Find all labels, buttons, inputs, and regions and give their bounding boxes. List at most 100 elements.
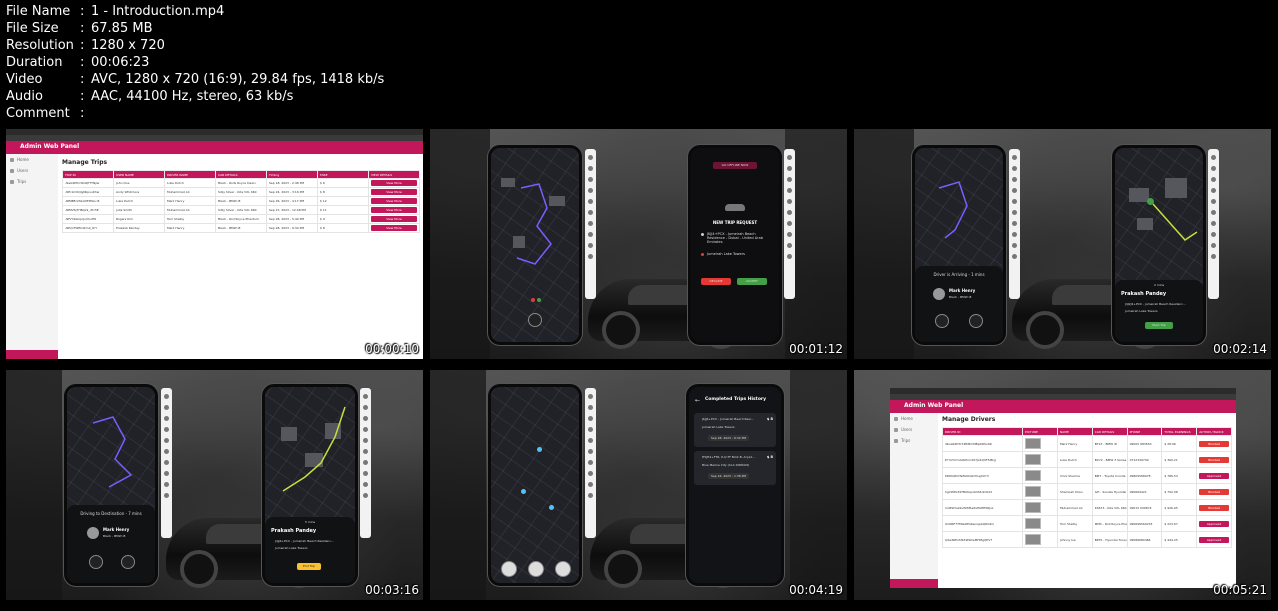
meta-key: Comment [6,106,70,121]
sidebar-item-label: Trips [901,438,911,443]
sidebar-item-trips[interactable]: Trips [890,435,938,446]
status-button[interactable]: Blocked [1199,456,1229,463]
sidebar-item-users[interactable]: Users [890,424,938,435]
thumbnail-5[interactable]: ← Completed Trips History JKJJ4+PCX - Ju… [430,370,847,600]
emulator-controls[interactable] [161,388,172,538]
table-cell: EYmhYmxtAKPrnnt07Jx4Q9T5MkjJ [941,451,1024,468]
bottom-sheet: 2 mins Prakash Pandey J4J2J4+PCX - Jumei… [1115,280,1203,342]
view-more-button[interactable]: View More [371,198,417,204]
table-cell: Approved [1196,467,1232,484]
page-title: Manage Drivers [942,416,996,423]
table-cell: $ 786.53 [1161,467,1198,484]
table-row: -NeG9Mhr3K4QfTTNjlw John Doe Luke Dutch Bla… [62,178,420,188]
sidebar-item-label: Home [17,157,29,162]
status-button[interactable]: Blocked [1199,440,1229,447]
emulator-controls[interactable] [784,149,795,299]
table-cell: View More [368,196,420,206]
history-card[interactable]: H5JH4+FTR, P-Q-TF Bmk B, Al Jad... $ 8 B… [694,451,776,485]
emulator-controls[interactable] [1009,149,1020,299]
car-icon [725,204,745,211]
red-dot-icon [531,298,535,302]
users-icon [10,168,14,173]
pickup-row: JKJJ4+PCX - Jumeirah Beach Residence - D… [701,232,771,244]
tree-silhouette [790,370,847,600]
table-cell: -NfVY9GkiprJoXIocE6 [62,214,114,224]
emulator-controls[interactable] [585,388,596,538]
car-wheel [602,311,640,349]
emulator-controls[interactable] [360,388,371,538]
trip-status: Driving to Destination - 7 mins [80,511,142,516]
pickup-address: JKJJ4+PCX - Jumeirah Beach Residence - D… [707,232,763,244]
admin-browser-window: Admin Web Panel Home Users Trips Manage … [890,388,1236,588]
table-cell: BX72 - BMW 3 Series [1091,451,1128,468]
sidebar-item-trips[interactable]: Trips [6,176,58,187]
table-cell: m4EWme9vWlM5aZsH08H5RJuL [941,499,1024,516]
sidebar-item-home[interactable]: Home [890,413,938,424]
decline-button[interactable]: DECLINE [701,278,731,285]
phone-driver-map [488,145,582,345]
emulator-controls[interactable] [585,149,596,299]
meta-separator: : [80,72,85,87]
status-button[interactable]: Approved [1199,472,1229,479]
driver-photo [1025,518,1042,529]
table-cell: BM7 - Toyota Corolla [1091,467,1128,484]
table-cell: 09086680484 [1126,531,1163,548]
timestamp: 00:03:16 [365,583,419,597]
work-button[interactable] [555,561,571,577]
phone-user-to-destination: Driving to Destination - 7 mins Mark Hen… [64,384,158,586]
location-button[interactable] [528,313,542,327]
thumbnail-2[interactable]: GO OFFLINE NOW NEW TRIP REQUEST JKJJ4+PC… [430,129,847,359]
table-cell [1022,483,1058,500]
call-button[interactable] [935,314,949,328]
table-cell: $ 11 [317,205,369,215]
table-cell: View More [368,178,420,188]
emulator-controls[interactable] [1208,149,1219,299]
table-cell: Tom Shelby [164,214,216,224]
table-cell: Black - BMW i8 [215,223,267,233]
table-cell: hgVWPL39TB09qcobOt4dm022 [941,483,1024,500]
sidebar-item-users[interactable]: Users [6,165,58,176]
status-button[interactable]: Approved [1199,536,1229,543]
view-more-button[interactable]: View More [371,216,417,222]
thumbnail-4[interactable]: Driving to Destination - 7 mins Mark Hen… [6,370,423,600]
table-cell: $ 444.25 [1161,531,1198,548]
go-offline-pill[interactable]: GO OFFLINE NOW [713,162,757,169]
sidebar-item-label: Users [17,168,29,173]
view-more-button[interactable]: View More [371,225,417,231]
thumbnail-6[interactable]: Admin Web Panel Home Users Trips Manage … [854,370,1271,600]
view-more-button[interactable]: View More [371,207,417,213]
accept-button[interactable]: ACCEPT [737,278,767,285]
table-cell: Muhammad Ali [1056,499,1093,516]
thumbnail-3[interactable]: Driver is Arriving - 1 mins Mark Henry B… [854,129,1271,359]
cancel-button[interactable] [121,555,135,569]
back-arrow-icon[interactable]: ← [695,397,700,404]
table-cell: Muhammad Ali [164,205,216,215]
driver-avatar [933,288,945,300]
table-cell: View More [368,205,420,215]
end-trip-button[interactable]: End Trip [297,563,321,570]
car-wheel [180,550,218,588]
call-button[interactable] [89,555,103,569]
driver-photo [1025,502,1042,513]
timestamp: 00:00:10 [365,342,419,356]
history-card[interactable]: JKJJ4+PCX - Jumeirah Beach Resi... $ 8 J… [694,413,776,447]
sidebar-item-home[interactable]: Home [6,154,58,165]
view-more-button[interactable]: View More [371,180,417,186]
start-trip-button[interactable]: Start Trip [1145,322,1173,329]
table-header-row: DRIVER ID PICTURE NAME CAR DETAILS PHONE… [941,427,1232,436]
trips-icon [894,438,898,443]
thumbnail-1[interactable]: Admin Web Panel Home Users Trips Manage … [6,129,423,359]
cancel-button[interactable] [969,314,983,328]
sidebar-footer [6,350,58,359]
status-button[interactable]: Blocked [1199,488,1229,495]
view-more-button[interactable]: View More [371,189,417,195]
table-cell: -NfC1m0QpjNkpvuKhw [62,187,114,197]
page-title: Manage Trips [62,159,108,166]
table-cell: $ 9 [317,214,369,224]
status-button[interactable]: Approved [1199,520,1229,527]
home-button[interactable] [528,561,544,577]
search-button[interactable] [501,561,517,577]
status-button[interactable]: Blocked [1199,504,1229,511]
table-cell: Blocked [1196,499,1232,516]
table-row: QXe4RExSfb59tSDeMHMgQPVT Johnny Ive BKTS -… [941,531,1232,548]
